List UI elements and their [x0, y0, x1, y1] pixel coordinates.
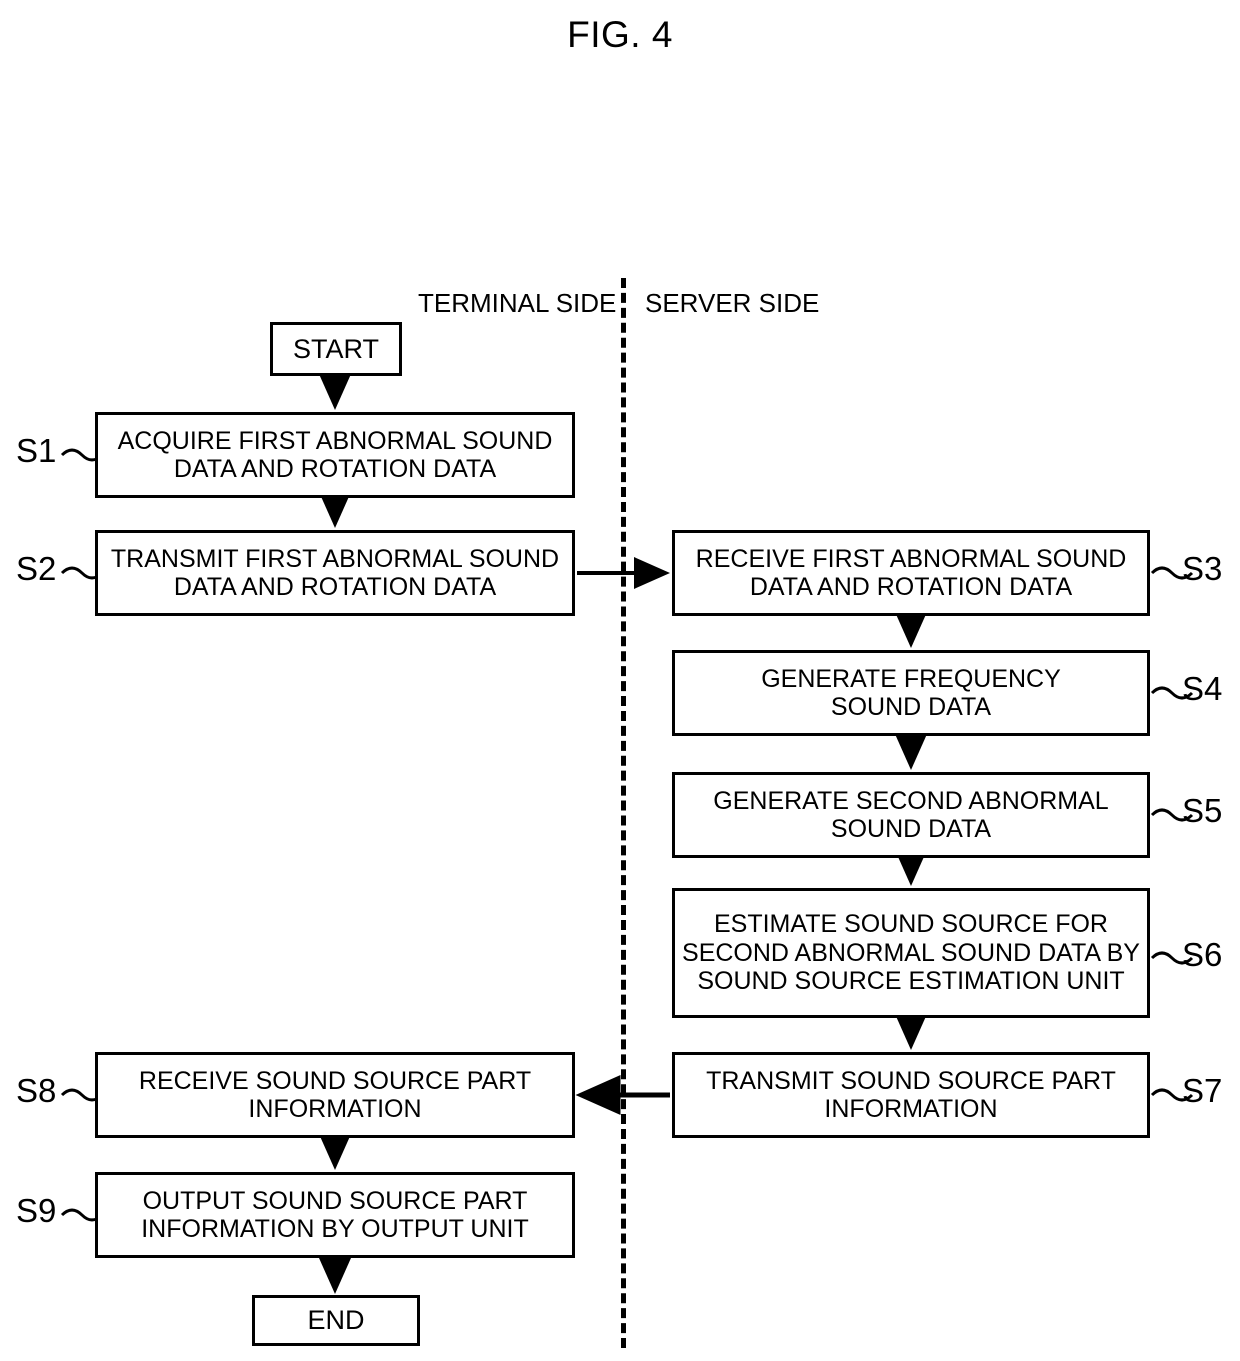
node-s5-generate-second-abnormal-sound-data: GENERATE SECOND ABNORMAL SOUND DATA — [672, 772, 1150, 858]
step-tag-s4: S4 — [1182, 670, 1223, 707]
node-s1-line2: DATA AND ROTATION DATA — [173, 455, 497, 483]
node-s8-line1: RECEIVE SOUND SOURCE PART — [138, 1066, 532, 1095]
node-s6-line3: SOUND SOURCE ESTIMATION UNIT — [697, 967, 1125, 996]
node-s8-receive-sound-source-part-information: RECEIVE SOUND SOURCE PART INFORMATION — [95, 1052, 575, 1138]
node-s3-line1: RECEIVE FIRST ABNORMAL SOUND — [695, 544, 1127, 573]
node-s9-output-sound-source-part-information: OUTPUT SOUND SOURCE PART INFORMATION BY … — [95, 1172, 575, 1258]
node-s7-line2: INFORMATION — [824, 1095, 998, 1123]
step-tag-s8: S8 — [16, 1072, 57, 1109]
lane-label-server: SERVER SIDE — [645, 288, 820, 318]
node-s1-line1: ACQUIRE FIRST ABNORMAL SOUND — [117, 426, 553, 455]
node-s4-line2: SOUND DATA — [830, 693, 992, 721]
node-s4-generate-frequency-sound-data: GENERATE FREQUENCY SOUND DATA — [672, 650, 1150, 736]
node-s4-line1: GENERATE FREQUENCY — [761, 664, 1061, 693]
figure-canvas: FIG. 4 TERMINAL SIDE SERVER SIDE START A… — [0, 0, 1240, 1361]
node-start-label: START — [292, 333, 379, 364]
node-s2-line2: DATA AND ROTATION DATA — [173, 573, 497, 601]
node-s3-line2: DATA AND ROTATION DATA — [749, 573, 1073, 601]
node-start: START — [270, 322, 402, 376]
node-s9-line2: INFORMATION BY OUTPUT UNIT — [141, 1215, 529, 1243]
node-s6-line2: SECOND ABNORMAL SOUND DATA BY — [682, 938, 1140, 967]
node-s8-line2: INFORMATION — [248, 1095, 422, 1123]
step-tag-s7: S7 — [1182, 1072, 1223, 1109]
lane-divider-dashed-line — [621, 278, 626, 1348]
node-s1-acquire-first-abnormal-sound-data: ACQUIRE FIRST ABNORMAL SOUND DATA AND RO… — [95, 412, 575, 498]
page-title: FIG. 4 — [567, 14, 673, 55]
node-s3-receive-first-abnormal-sound-data: RECEIVE FIRST ABNORMAL SOUND DATA AND RO… — [672, 530, 1150, 616]
node-end: END — [252, 1295, 420, 1346]
node-end-label: END — [307, 1305, 365, 1336]
node-s6-estimate-sound-source: ESTIMATE SOUND SOURCE FOR SECOND ABNORMA… — [672, 888, 1150, 1018]
node-s7-line1: TRANSMIT SOUND SOURCE PART — [706, 1066, 1116, 1095]
step-tag-s1: S1 — [16, 432, 57, 469]
step-tag-s6: S6 — [1182, 936, 1223, 973]
node-s6-line1: ESTIMATE SOUND SOURCE FOR — [713, 910, 1108, 939]
node-s2-line1: TRANSMIT FIRST ABNORMAL SOUND — [110, 544, 560, 573]
node-s5-line1: GENERATE SECOND ABNORMAL — [713, 786, 1109, 815]
node-s7-transmit-sound-source-part-information: TRANSMIT SOUND SOURCE PART INFORMATION — [672, 1052, 1150, 1138]
step-tag-s3: S3 — [1182, 550, 1223, 587]
node-s5-line2: SOUND DATA — [830, 815, 992, 843]
lane-label-terminal: TERMINAL SIDE — [418, 288, 617, 318]
step-tag-s9: S9 — [16, 1192, 57, 1229]
node-s2-transmit-first-abnormal-sound-data: TRANSMIT FIRST ABNORMAL SOUND DATA AND R… — [95, 530, 575, 616]
node-s9-line1: OUTPUT SOUND SOURCE PART — [142, 1186, 528, 1215]
step-tag-s2: S2 — [16, 550, 57, 587]
step-tag-s5: S5 — [1182, 792, 1223, 829]
